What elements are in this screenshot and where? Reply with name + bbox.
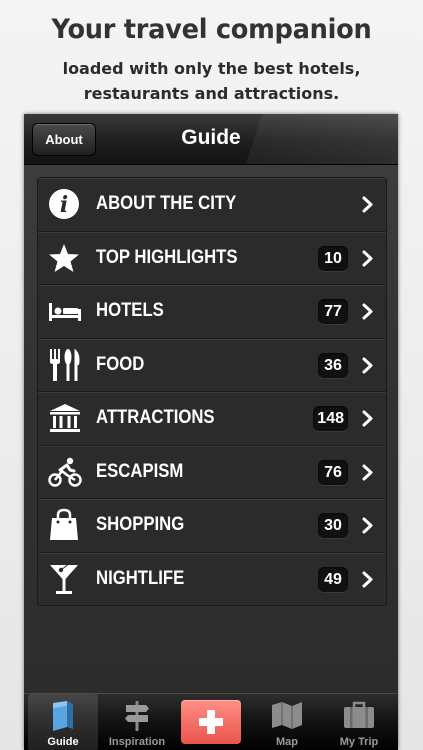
menu-item-label: ATTRACTIONS	[96, 407, 215, 428]
suitcase-icon	[344, 701, 374, 728]
museum-icon	[48, 402, 82, 434]
phone-screen: About Guide i ABOUT THE CITY TOP HIGHLIG…	[24, 114, 398, 750]
add-button[interactable]	[181, 700, 241, 744]
count-badge: 49	[318, 566, 348, 592]
menu-item-shopping[interactable]: SHOPPING 30	[38, 499, 386, 553]
menu-item-label: FOOD	[96, 353, 145, 375]
count-badge: 77	[318, 299, 348, 324]
menu-item-label: HOTELS	[96, 300, 164, 321]
promo-subtitle: loaded with only the best hotels, restau…	[0, 56, 423, 106]
svg-text:i: i	[60, 192, 68, 218]
chevron-right-icon	[362, 196, 373, 213]
menu-item-hotels[interactable]: HOTELS 77	[38, 285, 386, 339]
tab-bar: Guide Inspiration Map My Trip	[24, 693, 398, 750]
tab-map[interactable]: Map	[252, 694, 322, 750]
star-icon	[48, 242, 80, 274]
chevron-right-icon	[362, 464, 373, 480]
info-icon: i	[48, 188, 80, 220]
content-area: i ABOUT THE CITY TOP HIGHLIGHTS 10 HOTEL…	[24, 165, 398, 693]
page-title: Guide	[181, 126, 241, 149]
tab-guide[interactable]: Guide	[28, 694, 98, 750]
menu-item-label: ABOUT THE CITY	[96, 193, 237, 214]
guide-menu: i ABOUT THE CITY TOP HIGHLIGHTS 10 HOTEL…	[37, 177, 387, 606]
menu-item-escapism[interactable]: ESCAPISM 76	[38, 446, 386, 499]
tab-my-trip[interactable]: My Trip	[324, 694, 394, 750]
menu-item-about-the-city[interactable]: i ABOUT THE CITY	[38, 178, 386, 232]
tab-label: Map	[276, 736, 298, 748]
menu-item-top-highlights[interactable]: TOP HIGHLIGHTS 10	[38, 232, 386, 285]
count-badge: 36	[318, 352, 348, 378]
signpost-icon	[125, 701, 149, 731]
count-badge: 30	[318, 513, 348, 538]
cocktail-icon	[48, 562, 80, 595]
promo-subtitle-line-2: restaurants and attractions.	[83, 84, 340, 103]
menu-item-label: SHOPPING	[96, 514, 185, 535]
cutlery-icon	[48, 348, 82, 381]
tab-label: My Trip	[339, 736, 379, 748]
menu-item-label: NIGHTLIFE	[96, 567, 185, 589]
count-badge: 10	[318, 245, 348, 271]
tab-inspiration[interactable]: Inspiration	[102, 694, 172, 750]
count-badge: 148	[313, 406, 348, 431]
promo-subtitle-line-1: loaded with only the best hotels,	[62, 59, 361, 78]
tab-label: Inspiration	[108, 736, 166, 748]
count-badge: 76	[318, 459, 348, 485]
chevron-right-icon	[362, 357, 373, 373]
shopping-bag-icon	[48, 508, 80, 541]
menu-item-food[interactable]: FOOD 36	[38, 339, 386, 392]
navigation-bar: About Guide	[24, 114, 398, 165]
chevron-right-icon	[362, 303, 373, 320]
chevron-right-icon	[362, 250, 373, 266]
chevron-right-icon	[362, 571, 373, 587]
promo-title: Your travel companion	[51, 14, 372, 45]
menu-item-nightlife[interactable]: NIGHTLIFE 49	[38, 553, 386, 606]
guide-book-icon	[53, 701, 73, 731]
menu-item-label: TOP HIGHLIGHTS	[96, 246, 238, 268]
bed-icon	[48, 295, 82, 327]
chevron-right-icon	[362, 410, 373, 427]
tab-label: Guide	[47, 736, 79, 748]
map-icon	[272, 702, 302, 729]
menu-item-attractions[interactable]: ATTRACTIONS 148	[38, 392, 386, 446]
menu-item-label: ESCAPISM	[96, 460, 184, 482]
cyclist-icon	[48, 456, 82, 488]
chevron-right-icon	[362, 517, 373, 534]
